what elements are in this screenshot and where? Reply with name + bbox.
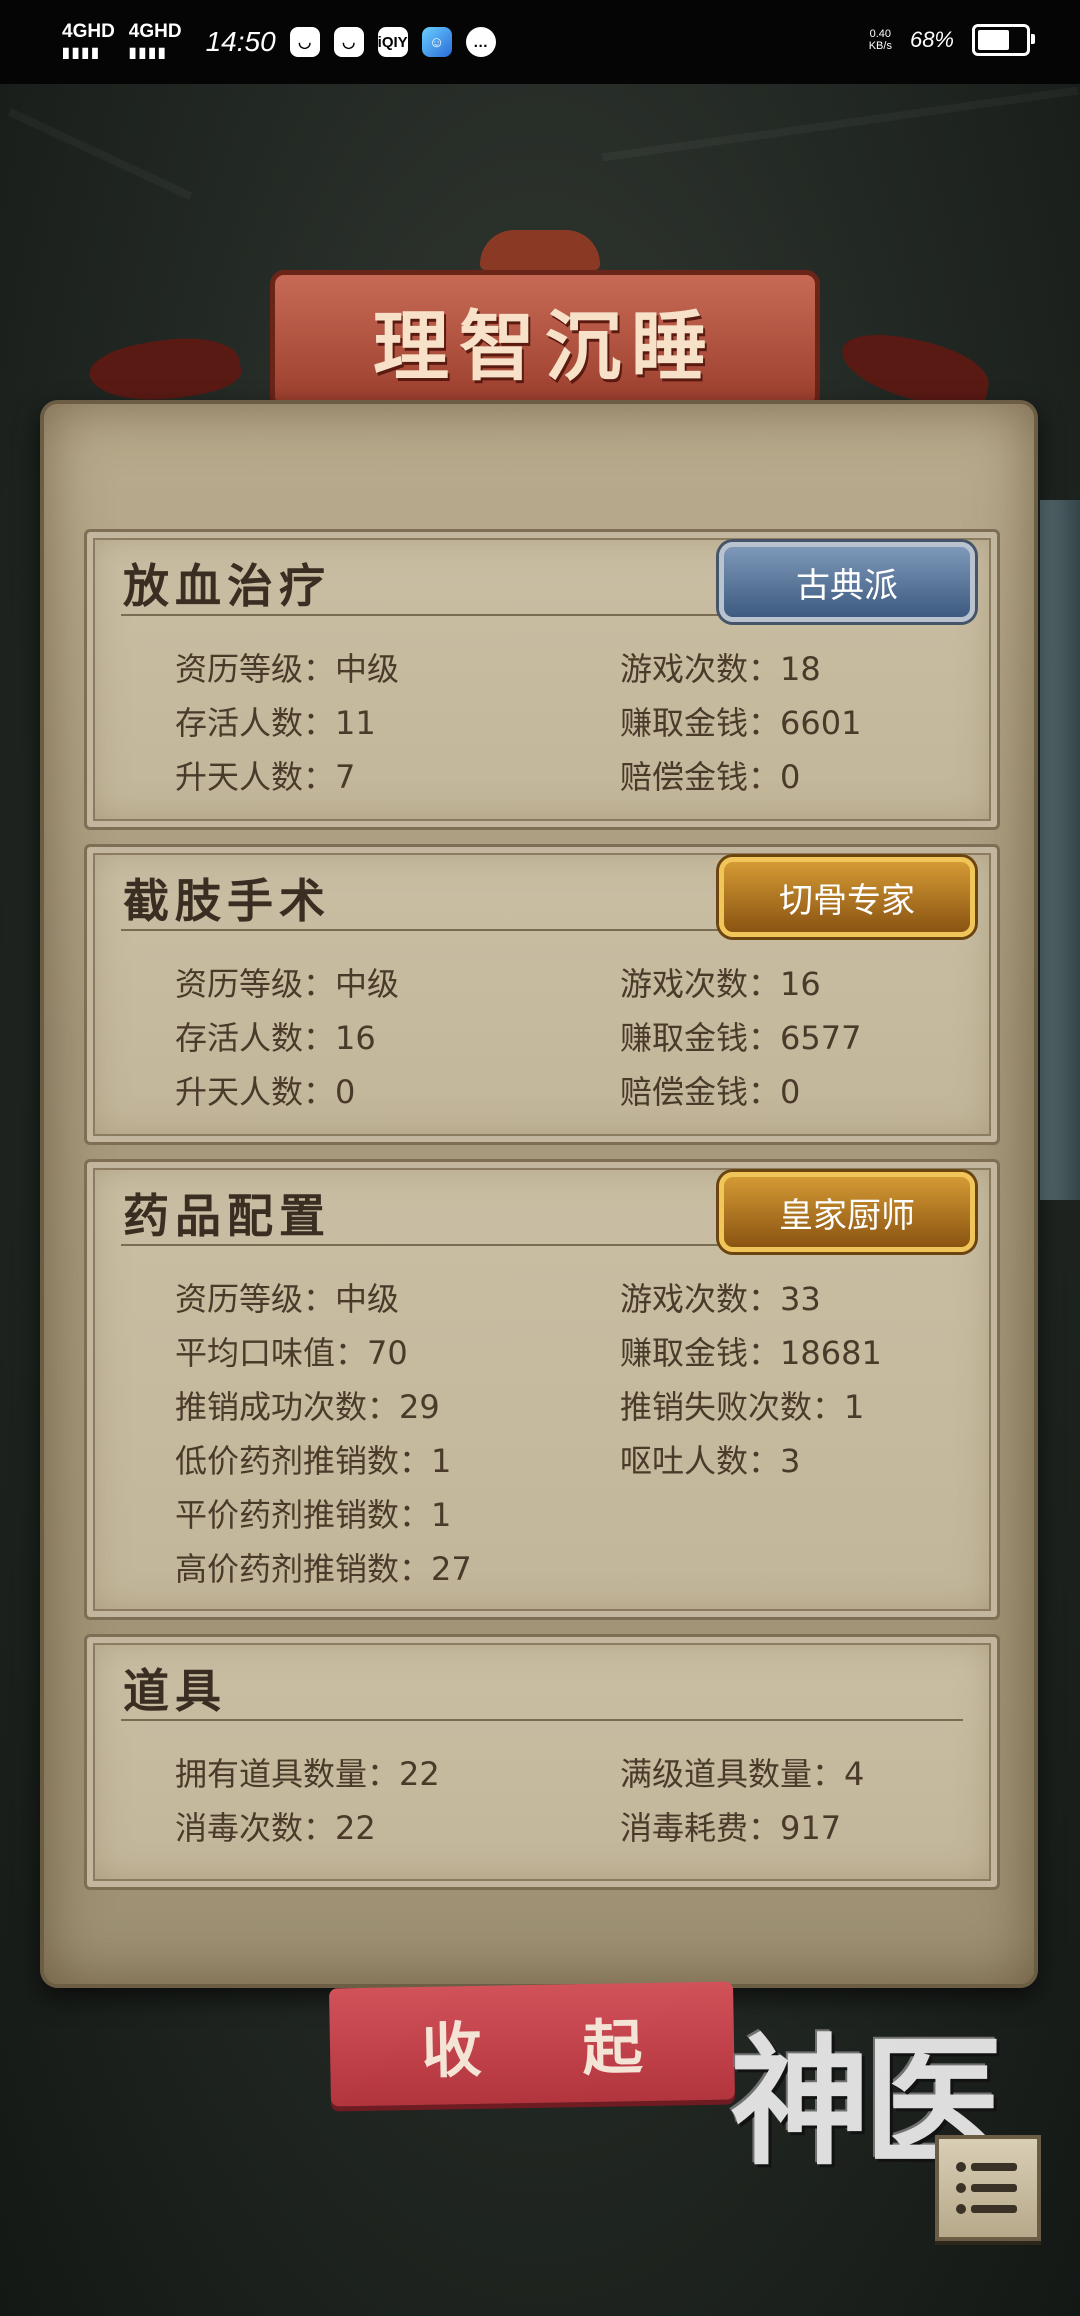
section-props: 道具 拥有道具数量：22 满级道具数量：4 消毒次数：22 消毒耗费：917 [84,1634,1000,1890]
section-heading: 放血治疗 [123,559,331,613]
collapse-button-label: 收 起 [421,2011,684,2087]
stat-item: 拥有道具数量：22 [175,1755,440,1793]
list-menu-icon [956,2162,1017,2214]
menu-button[interactable] [935,2135,1041,2241]
stat-item: 平价药剂推销数：1 [175,1496,452,1534]
background-beam [601,86,1079,162]
signal-indicator-1: 4GHD ▮▮▮▮ [62,21,115,61]
section-medicine: 药品配置 皇家厨师 资历等级：中级 游戏次数：33 平均口味值：70 赚取金钱：… [84,1159,1000,1620]
page-title: 理智沉睡 [373,302,717,391]
stat-item: 游戏次数：16 [620,965,821,1003]
background-window [1040,500,1080,1200]
stats-parchment: 放血治疗 古典派 资历等级：中级 游戏次数：18 存活人数：11 赚取金钱：66… [40,400,1038,1988]
signal-indicator-2: 4GHD ▮▮▮▮ [128,21,182,61]
stat-item: 升天人数：0 [175,1073,356,1111]
stats-grid: 拥有道具数量：22 满级道具数量：4 消毒次数：22 消毒耗费：917 [175,1752,975,1850]
stat-item: 消毒次数：22 [175,1809,376,1847]
banner-plate: 理智沉睡 [270,270,820,410]
stat-item: 平均口味值：70 [175,1334,408,1372]
stat-item: 呕吐人数：3 [620,1442,801,1480]
stat-item: 赔偿金钱：0 [620,1073,801,1111]
title-badge: 古典派 [719,542,975,622]
section-amputation: 截肢手术 切骨专家 资历等级：中级 游戏次数：16 存活人数：16 赚取金钱：6… [84,844,1000,1145]
title-banner: 理智沉睡 [85,230,995,420]
stat-item: 存活人数：11 [175,704,376,742]
stat-item [620,1547,975,1591]
stat-item: 资历等级：中级 [175,650,400,688]
clock: 14:50 [205,26,276,57]
title-badge: 皇家厨师 [719,1172,975,1252]
stats-grid: 资历等级：中级 游戏次数：33 平均口味值：70 赚取金钱：18681 推销成功… [175,1277,975,1591]
stat-item: 推销成功次数：29 [175,1388,440,1426]
stat-item: 低价药剂推销数：1 [175,1442,452,1480]
stat-item: 赚取金钱：18681 [620,1334,882,1372]
stats-grid: 资历等级：中级 游戏次数：16 存活人数：16 赚取金钱：6577 升天人数：0… [175,962,975,1114]
stat-item: 资历等级：中级 [175,1280,400,1318]
notification-app-icon: ◡ [333,27,364,57]
notification-app-icon: ◡ [289,27,320,57]
stat-item: 推销失败次数：1 [620,1388,865,1426]
stat-item: 赚取金钱：6601 [620,704,862,742]
stat-item: 存活人数：16 [175,1019,376,1057]
section-heading: 药品配置 [123,1189,331,1243]
section-heading: 截肢手术 [123,874,331,928]
section-bloodletting: 放血治疗 古典派 资历等级：中级 游戏次数：18 存活人数：11 赚取金钱：66… [84,529,1000,830]
stat-item [620,1493,975,1537]
collapse-button[interactable]: 收 起 [329,1981,735,2107]
divider [121,1719,963,1721]
stat-item: 高价药剂推销数：27 [175,1550,472,1588]
status-bar: 4GHD ▮▮▮▮ 4GHD ▮▮▮▮ 14:50 ◡ ◡ iQIY ☺ … 0.4… [0,0,1080,84]
iqiyi-icon: iQIY [377,27,408,57]
banner-crest [480,230,600,270]
stats-grid: 资历等级：中级 游戏次数：18 存活人数：11 赚取金钱：6601 升天人数：7… [175,647,975,799]
game-app-icon: ☺ [421,27,452,57]
stat-item: 游戏次数：33 [620,1280,821,1318]
stat-item: 升天人数：7 [175,758,356,796]
stat-item: 赔偿金钱：0 [620,758,801,796]
stat-item: 赚取金钱：6577 [620,1019,862,1057]
battery-percent: 68% [909,27,954,52]
chat-bubble-icon: … [465,27,496,57]
stat-item: 资历等级：中级 [175,965,400,1003]
section-heading: 道具 [123,1664,227,1718]
title-badge: 切骨专家 [719,857,975,937]
net-speed: 0.40 KB/s [868,28,892,52]
stat-item: 游戏次数：18 [620,650,821,688]
stat-item: 满级道具数量：4 [620,1755,865,1793]
background-beam [7,108,193,200]
stat-item: 消毒耗费：917 [620,1809,842,1847]
battery-icon [972,24,1035,56]
